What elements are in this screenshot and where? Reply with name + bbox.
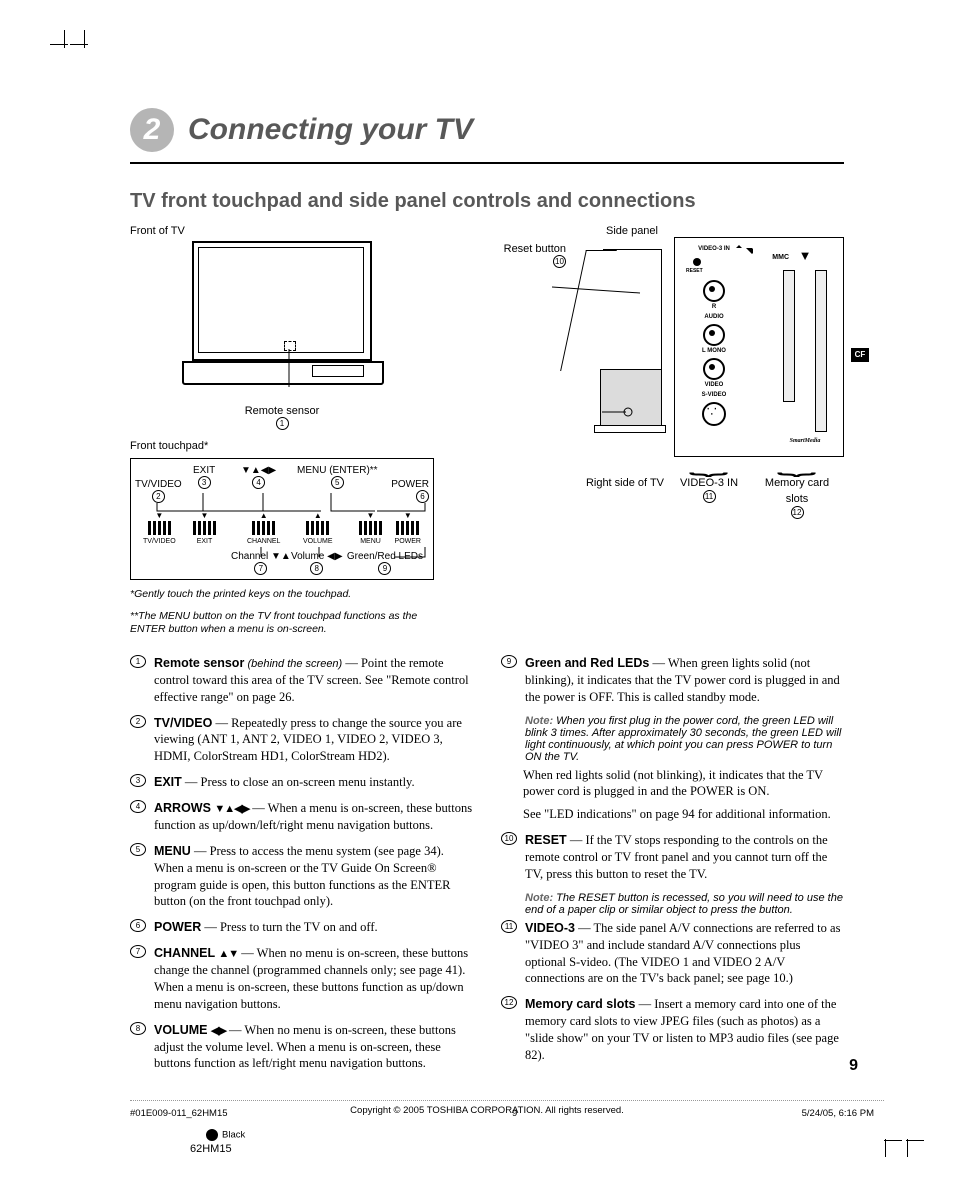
tv-side-profile bbox=[582, 237, 662, 437]
side-panel-label: Side panel bbox=[606, 225, 844, 237]
footer-black: Black bbox=[206, 1129, 245, 1141]
front-touchpad-diagram: TV/VIDEO2 EXIT3 ▼▲◀▶4 MENU (ENTER)**5 PO… bbox=[130, 458, 434, 580]
body-columns: 1Remote sensor (behind the screen) — Poi… bbox=[130, 655, 844, 1081]
footer-doc: #01E009-011_62HM15 bbox=[130, 1108, 228, 1119]
column-right: 9Green and Red LEDs — When green lights … bbox=[501, 655, 844, 1081]
figure-row: Front of TV Remote sensor 1 Front touchp… bbox=[130, 225, 844, 637]
chapter-number: 2 bbox=[130, 108, 174, 152]
chapter-text: Connecting your TV bbox=[188, 113, 473, 147]
right-side-label: Right side of TV bbox=[582, 457, 664, 522]
remote-sensor-num: 1 bbox=[276, 417, 289, 430]
note-2: Note: The RESET button is recessed, so y… bbox=[525, 892, 844, 916]
rule bbox=[130, 162, 844, 164]
section-heading: TV front touchpad and side panel control… bbox=[130, 190, 844, 213]
reset-label: Reset button10 bbox=[466, 243, 566, 268]
footer-line bbox=[130, 1100, 884, 1101]
item9-after1: When red lights solid (not blinking), it… bbox=[523, 767, 844, 801]
brace-icon: ⏟ bbox=[777, 457, 817, 468]
brace-icon: ⏟ bbox=[689, 457, 729, 468]
footnote-2: **The MENU button on the TV front touchp… bbox=[130, 610, 434, 637]
cf-badge: CF bbox=[851, 348, 869, 362]
tv-front-diagram bbox=[182, 241, 382, 405]
footer-page: 9 bbox=[512, 1108, 517, 1119]
footer-model: 62HM15 bbox=[190, 1143, 232, 1155]
smartmedia-label: SmartMedia bbox=[775, 438, 835, 444]
page-number: 9 bbox=[849, 1057, 858, 1075]
remote-sensor-text: Remote sensor bbox=[245, 405, 320, 417]
item9-after2: See "LED indications" on page 94 for add… bbox=[523, 806, 844, 823]
footer-row: #01E009-011_62HM15 9 5/24/05, 6:16 PM bbox=[130, 1108, 874, 1119]
side-panel-box: MMC VIDEO-3 IN RESET R AUDIO L MONO VIDE… bbox=[674, 237, 844, 457]
column-left: 1Remote sensor (behind the screen) — Poi… bbox=[130, 655, 473, 1081]
note-1: Note: When you first plug in the power c… bbox=[525, 715, 844, 763]
remote-sensor-label: Remote sensor 1 bbox=[130, 405, 434, 430]
chapter-title: 2 Connecting your TV bbox=[130, 108, 844, 152]
footnote-1: *Gently touch the printed keys on the to… bbox=[130, 588, 434, 602]
front-tv-label: Front of TV bbox=[130, 225, 434, 237]
touchpad-label: Front touchpad* bbox=[130, 440, 434, 452]
footer-date: 5/24/05, 6:16 PM bbox=[802, 1108, 874, 1119]
